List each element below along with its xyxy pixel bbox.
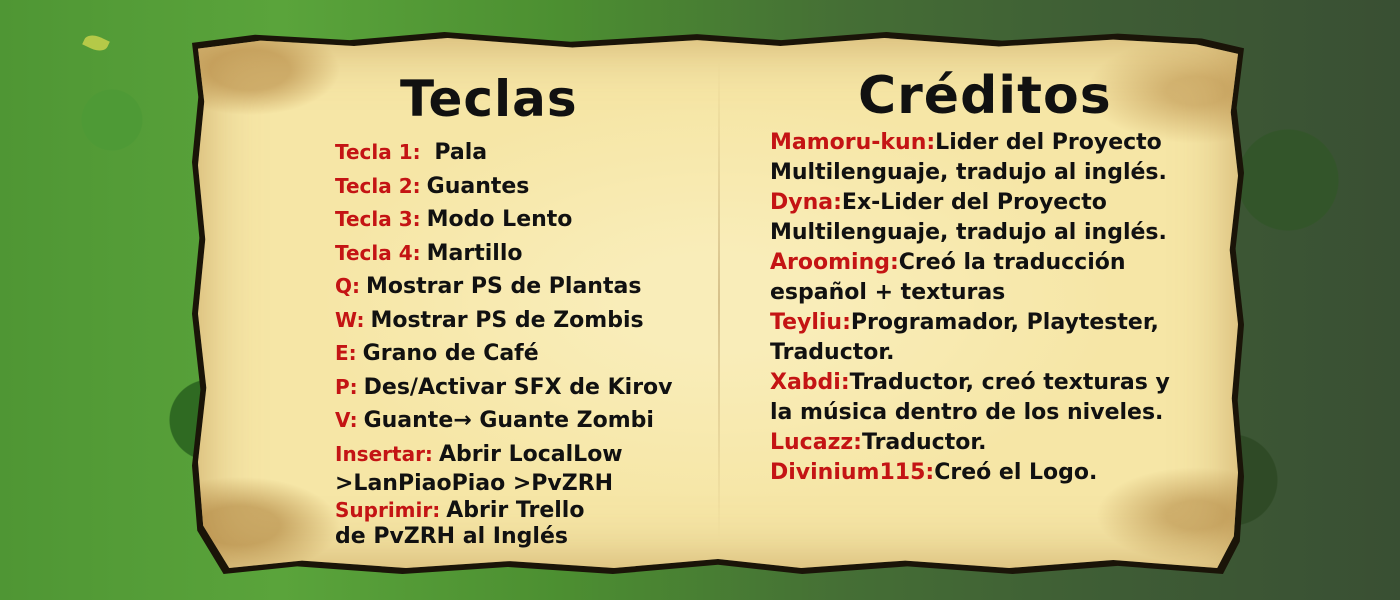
credit-row: Lucazz:Traductor.	[770, 428, 1220, 458]
credit-text: Traductor.	[861, 430, 987, 455]
credit-row: Divinium115:Creó el Logo.	[770, 458, 1220, 488]
key-row: Insertar: Abrir LocalLow	[335, 438, 715, 472]
credit-name: Xabdi:	[770, 370, 850, 395]
key-label: P:	[335, 374, 358, 399]
key-action-continued: >LanPiaoPiao >PvZRH	[335, 471, 614, 496]
key-label: Tecla 2:	[335, 173, 421, 198]
key-label: W:	[335, 307, 365, 332]
credit-row: Xabdi:Traductor, creó texturas y	[770, 368, 1220, 398]
credit-name: Lucazz:	[770, 430, 862, 455]
credit-row: Teyliu:Programador, Playtester,	[770, 308, 1220, 338]
key-action: Abrir LocalLow	[438, 441, 623, 467]
credit-row-continued: Multilenguaje, tradujo al inglés.	[770, 218, 1220, 248]
key-row: W: Mostrar PS de Zombis	[335, 304, 715, 338]
credit-text: Creó la traducción	[898, 250, 1126, 275]
credit-text: Creó el Logo.	[934, 460, 1098, 485]
credit-row-continued: la música dentro de los niveles.	[770, 398, 1220, 428]
credits-title: Créditos	[858, 66, 1112, 126]
key-row: Tecla 3: Modo Lento	[335, 203, 715, 237]
key-action: Martillo	[426, 240, 523, 266]
key-action: Guantes	[426, 173, 530, 199]
keys-title: Teclas	[400, 70, 578, 128]
key-row-continued: de PvZRH al Inglés	[335, 524, 715, 550]
key-action: Guante→ Guante Zombi	[363, 408, 654, 433]
key-action-continued: de PvZRH al Inglés	[335, 524, 568, 549]
credit-text: Ex-Lider del Proyecto	[841, 190, 1107, 215]
credit-row: Mamoru-kun:Lider del Proyecto	[770, 128, 1220, 158]
credit-text-continued: Traductor.	[770, 340, 895, 365]
credit-row-continued: Traductor.	[770, 338, 1220, 368]
key-action: Modo Lento	[426, 207, 573, 232]
credit-name: Divinium115:	[770, 460, 935, 485]
key-label: Tecla 4:	[335, 240, 421, 265]
credit-name: Teyliu:	[770, 310, 851, 335]
key-label: Q:	[335, 274, 360, 298]
credit-text: Lider del Proyecto	[935, 130, 1162, 155]
credit-text-continued: la música dentro de los niveles.	[770, 400, 1164, 425]
paper-fold	[718, 60, 720, 540]
credit-name: Dyna:	[770, 190, 842, 215]
key-row: Tecla 4: Martillo	[335, 237, 715, 271]
key-label: Insertar:	[335, 441, 433, 466]
credit-text: Programador, Playtester,	[850, 310, 1159, 335]
key-label: E:	[335, 341, 357, 365]
credit-row-continued: español + texturas	[770, 278, 1220, 308]
key-label: Tecla 3:	[335, 207, 421, 231]
key-label: Tecla 1:	[335, 140, 421, 164]
credits-list: Mamoru-kun:Lider del Proyecto Multilengu…	[770, 128, 1220, 488]
key-row-continued: >LanPiaoPiao >PvZRH	[335, 471, 715, 497]
key-action: Abrir Trello	[446, 498, 585, 523]
key-action: Pala	[434, 140, 488, 165]
credit-text-continued: español + texturas	[770, 280, 1006, 305]
key-row: E: Grano de Café	[335, 337, 715, 371]
key-row: P: Des/Activar SFX de Kirov	[335, 371, 715, 405]
credit-row: Arooming:Creó la traducción	[770, 248, 1220, 278]
credit-text-continued: Multilenguaje, tradujo al inglés.	[770, 220, 1167, 245]
credit-text-continued: Multilenguaje, tradujo al inglés.	[770, 160, 1167, 185]
key-label: V:	[335, 408, 358, 432]
key-row: Suprimir: Abrir Trello	[335, 497, 715, 524]
credit-text: Traductor, creó texturas y	[849, 370, 1170, 395]
credit-name: Arooming:	[770, 250, 899, 275]
credit-row: Dyna:Ex-Lider del Proyecto	[770, 188, 1220, 218]
credit-name: Mamoru-kun:	[770, 130, 936, 155]
key-action: Mostrar PS de Plantas	[366, 274, 642, 299]
keys-list: Tecla 1: Pala Tecla 2: Guantes Tecla 3: Mo…	[335, 136, 715, 550]
key-action: Mostrar PS de Zombis	[370, 307, 644, 333]
key-row: Q: Mostrar PS de Plantas	[335, 270, 715, 304]
key-row: Tecla 1: Pala	[335, 136, 715, 170]
key-label: Suprimir:	[335, 498, 441, 522]
key-action: Grano de Café	[362, 341, 539, 366]
key-action: Des/Activar SFX de Kirov	[363, 374, 673, 400]
key-row: Tecla 2: Guantes	[335, 170, 715, 204]
credit-row-continued: Multilenguaje, tradujo al inglés.	[770, 158, 1220, 188]
key-row: V: Guante→ Guante Zombi	[335, 404, 715, 438]
